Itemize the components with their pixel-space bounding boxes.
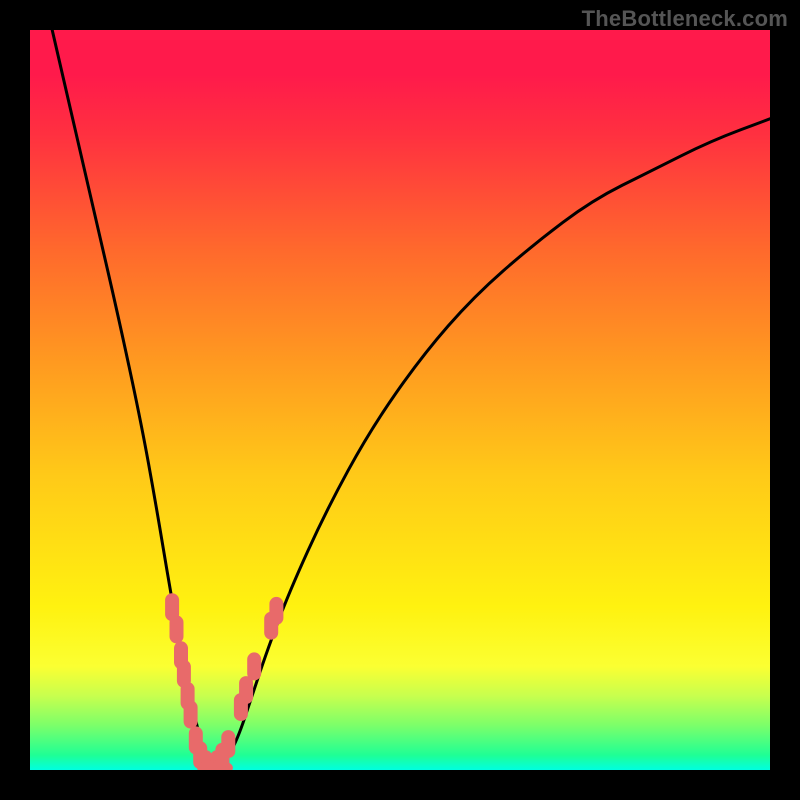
markers-left-branch [165, 593, 212, 770]
data-marker [247, 652, 261, 680]
watermark-text: TheBottleneck.com [582, 6, 788, 32]
data-marker [170, 615, 184, 643]
data-marker [184, 701, 198, 729]
markers-right-branch [210, 597, 283, 770]
markers-trough [197, 761, 233, 770]
data-marker [221, 730, 235, 758]
data-marker [269, 597, 283, 625]
plot-area [30, 30, 770, 770]
curve-layer [30, 30, 770, 770]
data-marker [239, 676, 253, 704]
chart-frame: TheBottleneck.com [0, 0, 800, 800]
bottleneck-curve [52, 30, 770, 768]
